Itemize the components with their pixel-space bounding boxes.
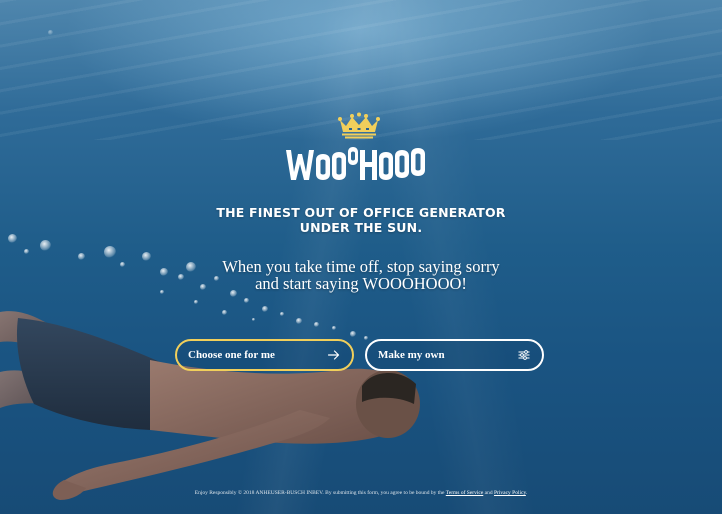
tagline-line-1: THE FINEST OUT OF OFFICE GENERATOR [216, 205, 506, 220]
hero-subtitle: When you take time off, stop saying sorr… [210, 258, 512, 292]
footer-text: Enjoy Responsibly © 2018 ANHEUSER-BUSCH … [194, 490, 445, 496]
sliders-icon [518, 350, 530, 360]
subtitle-line-1: When you take time off, stop saying sorr… [222, 257, 500, 276]
arrow-right-icon [328, 350, 340, 360]
hero-tagline: THE FINEST OUT OF OFFICE GENERATOR UNDER… [200, 205, 522, 235]
footer-conjunction: and [484, 490, 493, 496]
legal-footer: Enjoy Responsibly © 2018 ANHEUSER-BUSCH … [150, 489, 572, 497]
terms-of-service-link[interactable]: Terms of Service [446, 490, 484, 496]
tagline-line-2: UNDER THE SUN. [299, 220, 423, 235]
privacy-policy-link[interactable]: Privacy Policy [494, 490, 526, 496]
crown-logo-icon [338, 112, 380, 139]
make-button-label: Make my own [378, 349, 445, 361]
choose-one-for-me-button[interactable]: Choose one for me [175, 339, 354, 371]
choose-button-label: Choose one for me [188, 349, 275, 361]
make-my-own-button[interactable]: Make my own [365, 339, 544, 371]
footer-end: . [525, 490, 528, 496]
subtitle-line-2: and start saying WOOOHOOO! [255, 274, 467, 293]
woohoo-wordmark-logo [286, 147, 425, 180]
